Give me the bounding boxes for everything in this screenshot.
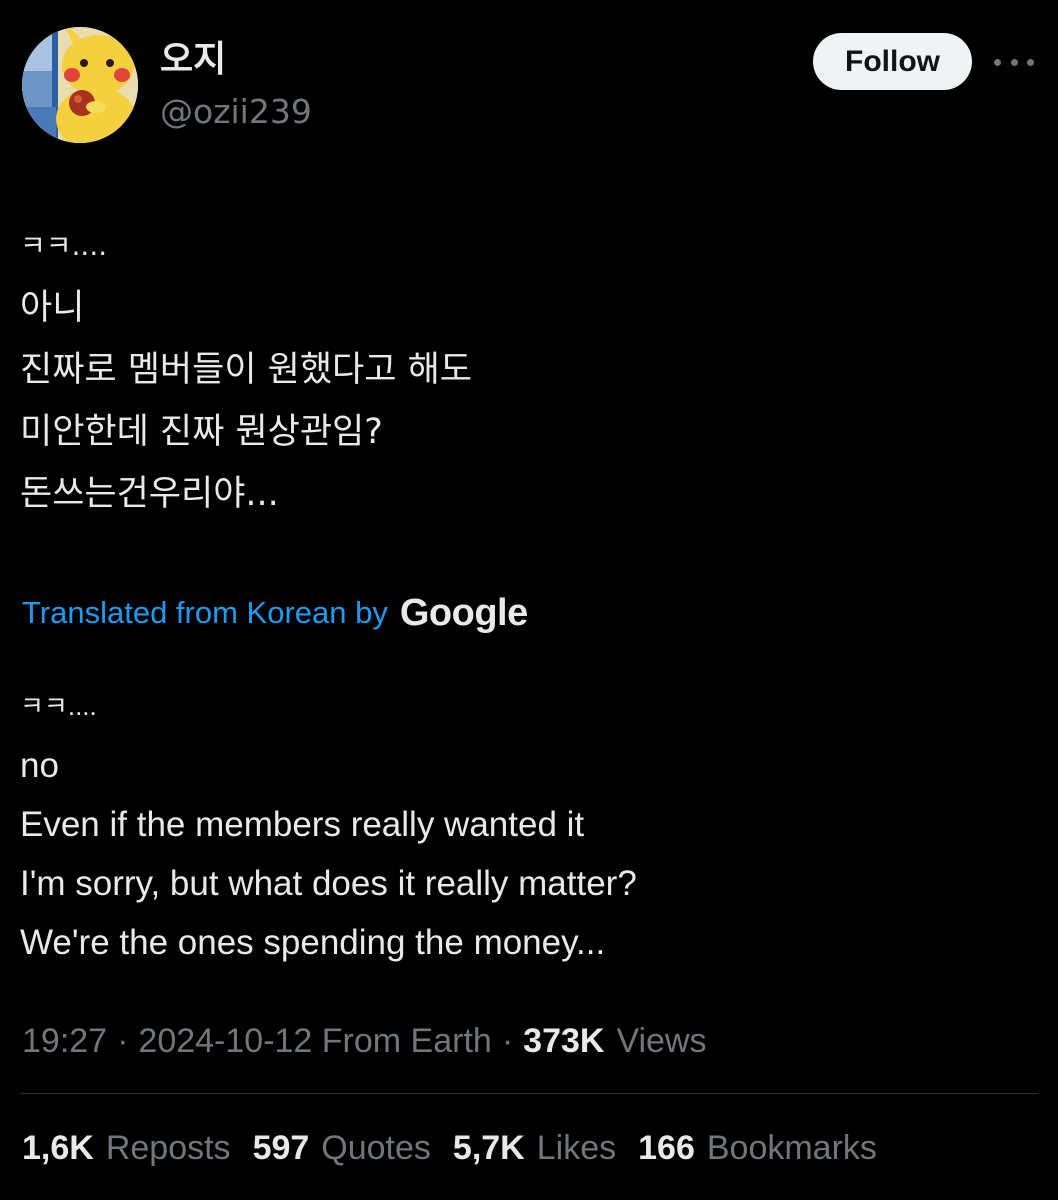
more-dot <box>1027 58 1034 66</box>
tweet-original-text: ㅋㅋ.... 아니 진짜로 멤버들이 원했다고 해도 미안한데 진짜 뭔상관임?… <box>20 215 1020 525</box>
stat-label: Likes <box>536 1128 617 1167</box>
tweet-header: 오지 @ozii239 Follow <box>0 0 1058 160</box>
tweet-translated-text: ㅋㅋ.... no Even if the members really wan… <box>20 677 1020 972</box>
stat-label: Bookmarks <box>706 1128 877 1167</box>
stat-bookmarks[interactable]: 166 Bookmarks <box>638 1129 877 1168</box>
stat-reposts[interactable]: 1,6K Reposts <box>22 1129 231 1168</box>
tweet-line: 아니 <box>20 288 85 328</box>
translated-line: Even if the members really wanted it <box>20 805 585 844</box>
stat-label: Reposts <box>105 1128 231 1167</box>
tweet-line: ㅋㅋ.... <box>20 229 108 262</box>
views-label: Views <box>616 1021 707 1060</box>
tweet-line: 돈쓰는건우리야... <box>20 474 279 514</box>
tweet-time[interactable]: 19:27 <box>22 1022 107 1061</box>
stat-count: 597 <box>252 1128 310 1167</box>
more-dot <box>994 58 1001 66</box>
stat-count: 5,7K <box>452 1128 525 1167</box>
tweet-meta: 19:27 · 2024-10-12 From Earth · 373K Vie… <box>22 1016 707 1066</box>
translated-line: We're the ones spending the money... <box>20 923 606 962</box>
translated-from-link[interactable]: Translated from Korean by <box>22 595 388 631</box>
avatar[interactable] <box>22 27 138 143</box>
user-handle[interactable]: @ozii239 <box>160 90 312 134</box>
more-dot <box>1010 58 1018 66</box>
views-count[interactable]: 373K <box>523 1022 604 1061</box>
stat-count: 166 <box>638 1128 695 1167</box>
translated-line: I'm sorry, but what does it really matte… <box>20 864 637 903</box>
google-logo: Google <box>399 591 528 634</box>
stat-quotes[interactable]: 597 Quotes <box>253 1129 431 1168</box>
more-horizontal-icon[interactable] <box>994 50 1034 74</box>
translated-line: no <box>20 746 59 785</box>
tweet-line: 진짜로 멤버들이 원했다고 해도 <box>20 350 472 390</box>
stat-likes[interactable]: 5,7K Likes <box>453 1129 616 1168</box>
stat-count: 1,6K <box>22 1128 94 1167</box>
display-name[interactable]: 오지 <box>160 38 226 82</box>
meta-separator: · <box>501 1021 514 1060</box>
tweet-date-source[interactable]: 2024-10-12 From Earth <box>138 1022 491 1061</box>
engagement-stats: 1,6K Reposts 597 Quotes 5,7K Likes 166 B… <box>22 1122 877 1174</box>
meta-separator: · <box>117 1021 129 1060</box>
divider <box>20 1093 1038 1094</box>
follow-button[interactable]: Follow <box>813 33 972 90</box>
pikachu-avatar-icon <box>22 27 138 143</box>
translation-attribution: Translated from Korean by Google <box>22 585 528 641</box>
tweet-line: 미안한데 진짜 뭔상관임? <box>20 412 383 452</box>
translated-line: ㅋㅋ.... <box>20 691 97 721</box>
stat-label: Quotes <box>321 1128 431 1167</box>
